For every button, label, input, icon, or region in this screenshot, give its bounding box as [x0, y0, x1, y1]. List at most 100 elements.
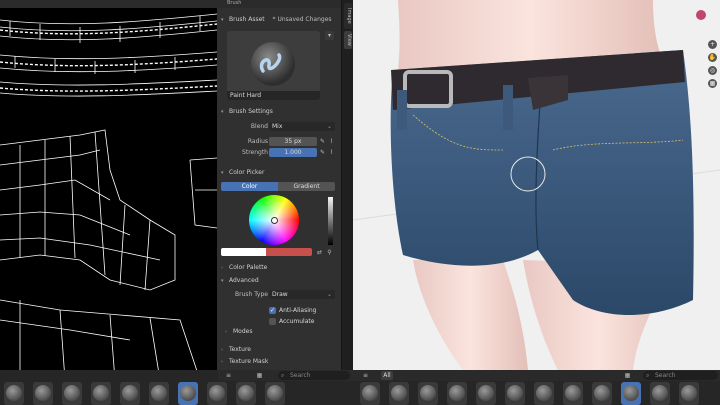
- brush-thumbnail[interactable]: [650, 382, 670, 405]
- brush-thumbnail[interactable]: [418, 382, 438, 405]
- advanced-section[interactable]: ▾ Advanced: [221, 276, 339, 286]
- zoom-icon[interactable]: +: [708, 40, 717, 49]
- camera-icon[interactable]: ◎: [708, 66, 717, 75]
- brush-ball-icon: [391, 385, 407, 401]
- brush-ball-icon: [681, 385, 697, 401]
- grid-view-icon[interactable]: ▦: [708, 79, 717, 88]
- display-settings-icon[interactable]: ▦: [623, 371, 632, 380]
- blend-dropdown[interactable]: Mix ⌄: [269, 122, 335, 131]
- eyedropper-icon[interactable]: ⚲: [325, 248, 334, 257]
- value-slider-handle[interactable]: [327, 195, 334, 197]
- brush-thumbnail[interactable]: [120, 382, 140, 405]
- brush-thumbnail[interactable]: [621, 382, 641, 405]
- color-wheel-cursor[interactable]: [271, 217, 278, 224]
- chevron-down-icon[interactable]: ▾: [325, 31, 334, 40]
- brush-ball-icon: [362, 385, 378, 401]
- brush-ball-icon: [35, 385, 51, 401]
- left-search-placeholder: Search: [290, 372, 311, 379]
- primary-color-swatch[interactable]: [221, 248, 266, 256]
- chevron-right-icon: ›: [221, 347, 223, 353]
- brush-ball-icon: [267, 385, 283, 401]
- chevron-right-icon: ›: [221, 265, 223, 271]
- strength-slider[interactable]: 1.000: [269, 148, 317, 157]
- search-icon: ⌕: [646, 372, 650, 379]
- brush-ball-icon: [151, 385, 167, 401]
- radius-field[interactable]: 35 px: [269, 137, 317, 146]
- tab-image[interactable]: Image: [344, 3, 352, 29]
- unsaved-changes-label: * Unsaved Changes: [272, 16, 332, 23]
- viewport-render: [353, 0, 720, 370]
- brush-settings-section[interactable]: ▾ Brush Settings: [221, 107, 339, 117]
- pen-pressure-icon[interactable]: ✎: [318, 137, 327, 146]
- brush-thumbnail[interactable]: [592, 382, 612, 405]
- brush-thumbnail[interactable]: [62, 382, 82, 405]
- left-shelf-header: ≡ ▦ ⌕ Search: [218, 370, 353, 381]
- menu-icon[interactable]: ≡: [361, 371, 370, 380]
- color-palette-title: Color Palette: [229, 264, 268, 271]
- color-picker-section[interactable]: ▾ Color Picker: [221, 168, 339, 178]
- color-picker-title: Color Picker: [229, 169, 265, 176]
- gizmo-axis-icon[interactable]: [696, 10, 706, 20]
- right-search-input[interactable]: ⌕ Search: [643, 371, 718, 380]
- uv-editor[interactable]: [0, 0, 217, 380]
- brush-thumbnail[interactable]: [389, 382, 409, 405]
- brush-thumbnail[interactable]: [505, 382, 525, 405]
- brush-thumbnail[interactable]: [178, 382, 198, 405]
- brush-thumbnail[interactable]: [476, 382, 496, 405]
- curve-icon[interactable]: ⌇: [327, 137, 336, 146]
- accumulate-checkbox[interactable]: [269, 318, 276, 325]
- pen-pressure-icon[interactable]: ✎: [318, 148, 327, 157]
- brush-thumbnail[interactable]: [91, 382, 111, 405]
- chevron-down-icon: ⌄: [326, 123, 332, 130]
- left-search-input[interactable]: ⌕ Search: [278, 371, 350, 380]
- brush-preview-icon: [251, 42, 295, 86]
- brush-preview-name: Paint Hard: [227, 91, 320, 100]
- brush-thumbnail[interactable]: [4, 382, 24, 405]
- brush-ball-icon: [209, 385, 225, 401]
- tab-color-label: Color: [241, 183, 258, 190]
- brush-ball-icon: [420, 385, 436, 401]
- brush-thumbnail[interactable]: [447, 382, 467, 405]
- color-palette-section[interactable]: › Color Palette: [221, 263, 339, 273]
- color-wheel[interactable]: [249, 195, 299, 245]
- brush-preview[interactable]: Paint Hard: [227, 31, 320, 100]
- brush-thumbnail[interactable]: [265, 382, 285, 405]
- modes-subsection[interactable]: › Modes: [225, 327, 341, 337]
- brush-type-dropdown[interactable]: Draw ⌄: [269, 290, 335, 299]
- tab-gradient[interactable]: Gradient: [278, 182, 335, 191]
- brush-thumbnail[interactable]: [563, 382, 583, 405]
- 3d-viewport[interactable]: + ✋ ◎ ▦: [353, 0, 720, 370]
- pan-hand-icon[interactable]: ✋: [708, 53, 717, 62]
- tab-gradient-label: Gradient: [293, 183, 320, 190]
- texture-title: Texture: [229, 346, 251, 353]
- navigation-gizmo[interactable]: [684, 0, 714, 30]
- brush-thumbnail[interactable]: [236, 382, 256, 405]
- secondary-color-swatch[interactable]: [266, 248, 312, 256]
- chevron-down-icon: ▾: [221, 17, 224, 23]
- radius-value: 35 px: [284, 138, 302, 145]
- brush-thumbnail[interactable]: [679, 382, 699, 405]
- brush-asset-section[interactable]: ▾ Brush Asset * Unsaved Changes: [221, 15, 339, 25]
- texture-mask-section[interactable]: › Texture Mask: [221, 357, 339, 367]
- brush-thumbnail[interactable]: [360, 382, 380, 405]
- brush-thumbnail[interactable]: [149, 382, 169, 405]
- tab-view-label: View: [346, 34, 352, 46]
- menu-icon[interactable]: ≡: [224, 371, 233, 380]
- right-search-placeholder: Search: [655, 372, 676, 379]
- brush-thumbnail[interactable]: [33, 382, 53, 405]
- blend-label: Blend: [250, 123, 268, 130]
- display-settings-icon[interactable]: ▦: [255, 371, 264, 380]
- tab-all[interactable]: All: [381, 371, 393, 380]
- tab-color[interactable]: Color: [221, 182, 278, 191]
- texture-section[interactable]: › Texture: [221, 345, 339, 355]
- tab-all-label: All: [383, 372, 391, 379]
- brush-thumbnail[interactable]: [534, 382, 554, 405]
- brush-thumbnail[interactable]: [207, 382, 227, 405]
- tab-view[interactable]: View: [344, 31, 352, 49]
- curve-icon[interactable]: ⌇: [327, 148, 336, 157]
- swap-colors-icon[interactable]: ⇄: [315, 248, 324, 257]
- brush-ball-icon: [478, 385, 494, 401]
- brush-ball-icon: [6, 385, 22, 401]
- value-slider[interactable]: [327, 195, 334, 245]
- anti-aliasing-checkbox[interactable]: ✓: [269, 307, 276, 314]
